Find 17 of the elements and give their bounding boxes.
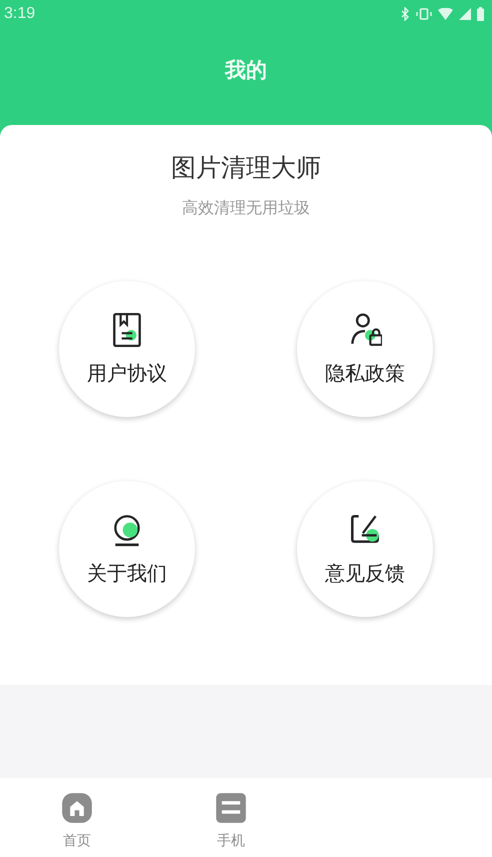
menu-button[interactable]: 用户协议 [59,281,195,417]
menu-button[interactable]: 意见反馈 [297,481,433,617]
phone-icon [215,792,247,824]
wifi-icon [438,8,453,20]
menu-button[interactable]: 隐私政策 [297,281,433,417]
home-icon [61,792,93,824]
document-icon [110,312,144,348]
battery-icon [477,7,484,21]
user-lock-icon [348,312,382,348]
menu-button[interactable]: 关于我们 [59,481,195,617]
status-time: 3:19 [4,5,36,23]
bluetooth-icon [401,7,410,21]
app-name: 图片清理大师 [171,152,321,184]
page-title: 我的 [225,57,267,84]
vibrate-icon [416,8,432,20]
signal-icon [459,8,471,20]
app-slogan: 高效清理无用垃圾 [182,198,310,219]
